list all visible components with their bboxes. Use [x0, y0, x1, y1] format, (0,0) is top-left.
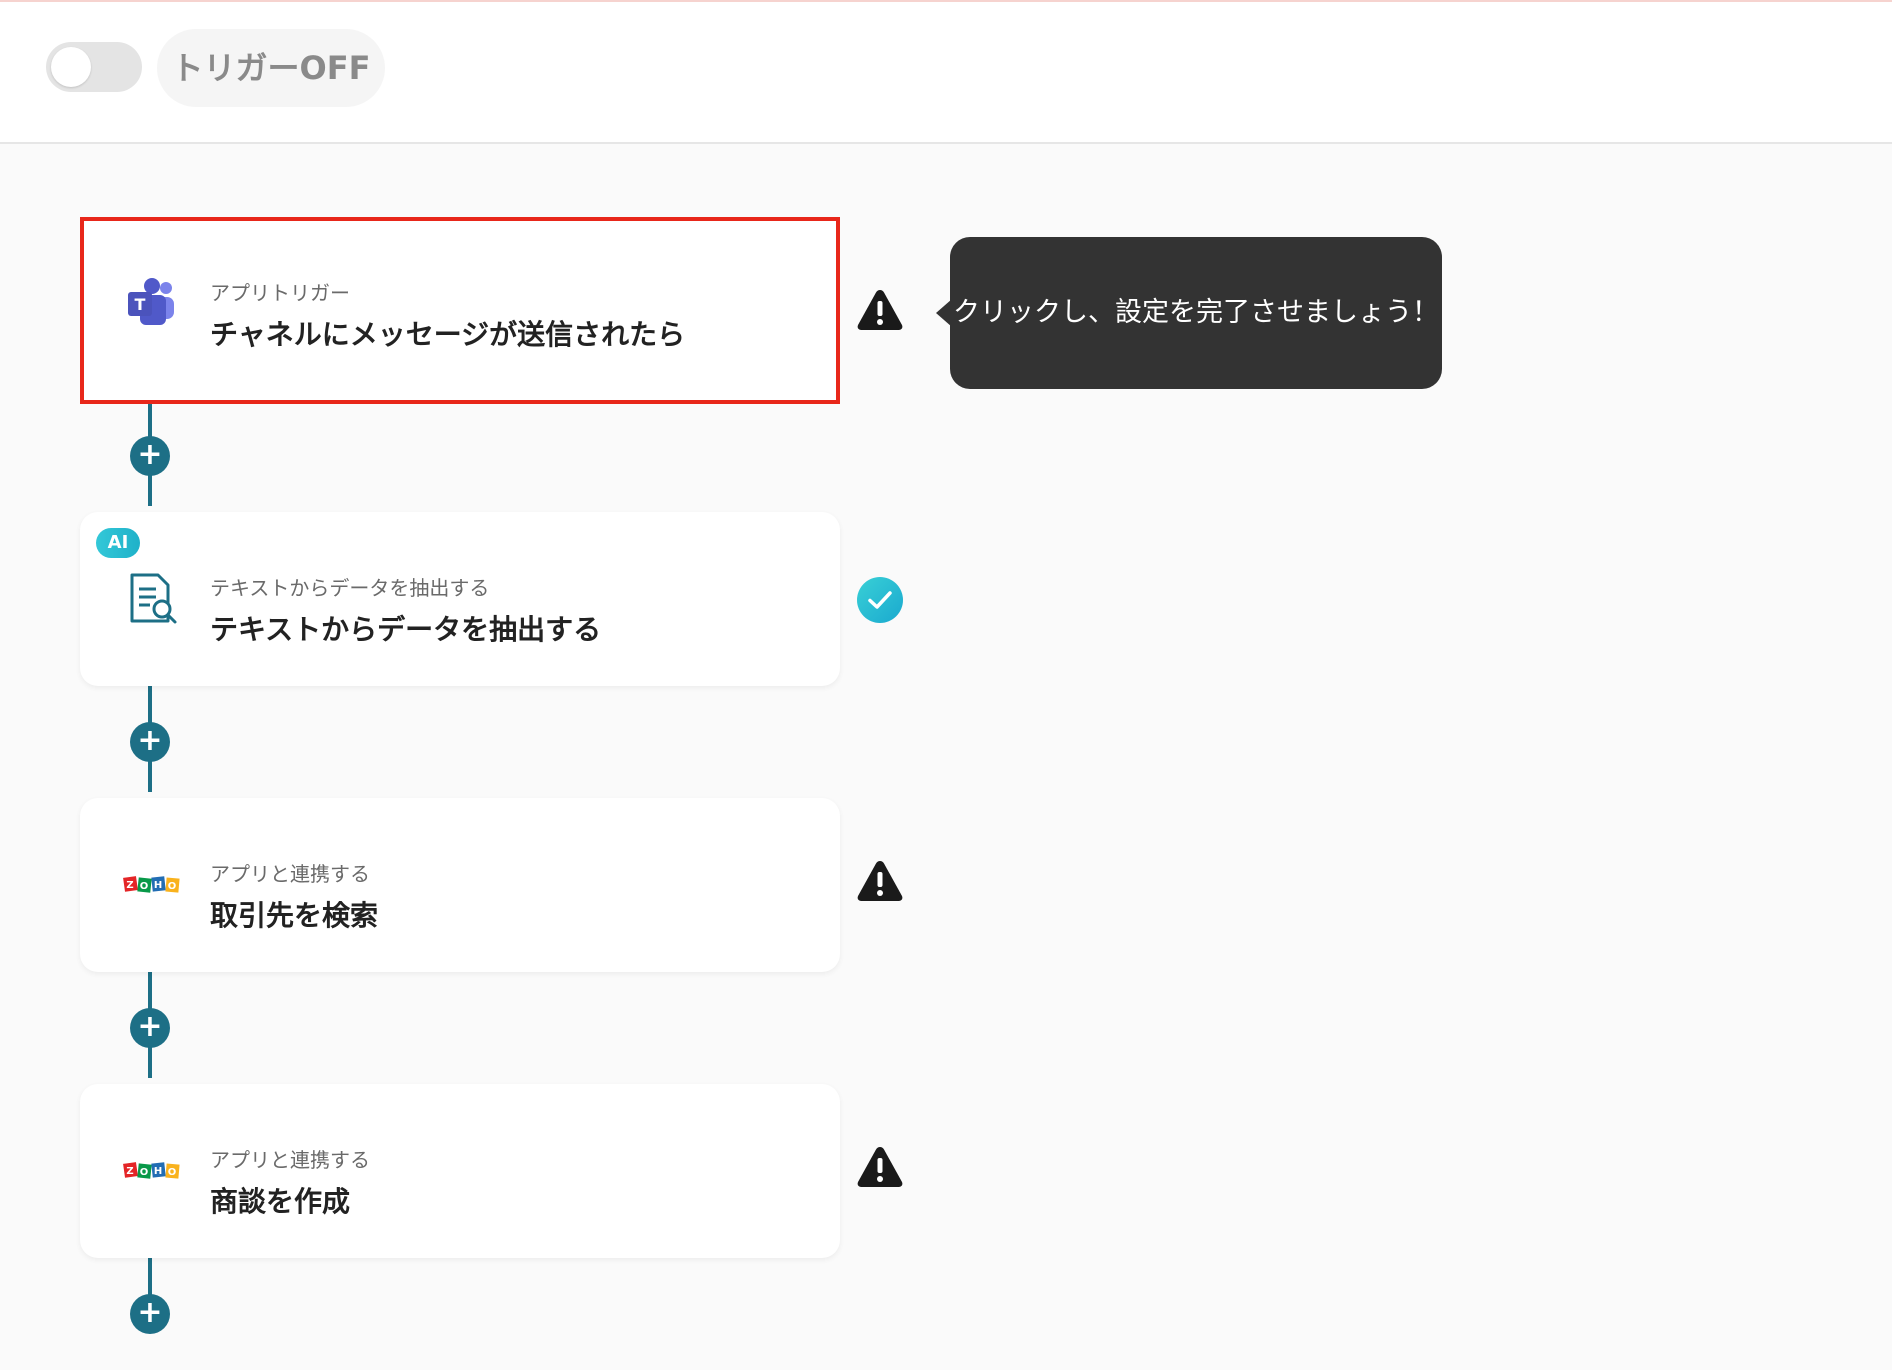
add-step-button[interactable]: +: [130, 722, 170, 762]
step-card-zoho-search[interactable]: Z O H O アプリと連携する 取引先を検索: [80, 798, 840, 972]
setup-tooltip: クリックし、設定を完了させましょう！: [950, 237, 1442, 389]
toggle-knob: [51, 47, 91, 87]
step-card-zoho-create-deal[interactable]: Z O H O アプリと連携する 商談を作成: [80, 1084, 840, 1258]
svg-text:O: O: [140, 1167, 149, 1178]
zoho-icon: Z O H O: [122, 855, 182, 915]
step-category-label: アプリトリガー: [210, 281, 350, 305]
zoho-icon: Z O H O: [122, 1141, 182, 1201]
svg-text:H: H: [154, 880, 162, 891]
svg-text:T: T: [135, 295, 146, 314]
warning-icon[interactable]: [856, 286, 904, 334]
step-category-label: アプリと連携する: [210, 1148, 370, 1172]
svg-text:Z: Z: [126, 1166, 133, 1177]
step-title: チャネルにメッセージが送信されたら: [210, 318, 686, 351]
step-title: 取引先を検索: [210, 899, 379, 932]
step-title: 商談を作成: [210, 1185, 351, 1218]
svg-text:O: O: [168, 881, 177, 892]
warning-icon[interactable]: [856, 857, 904, 905]
add-step-button[interactable]: +: [130, 1294, 170, 1334]
trigger-toggle[interactable]: [46, 42, 142, 92]
step-card-trigger[interactable]: T アプリトリガー チャネルにメッセージが送信されたら: [80, 217, 840, 404]
step-category-label: アプリと連携する: [210, 862, 370, 886]
svg-text:H: H: [154, 1166, 162, 1177]
svg-text:O: O: [168, 1167, 177, 1178]
svg-text:O: O: [140, 881, 149, 892]
step-title: テキストからデータを抽出する: [210, 613, 602, 646]
ai-badge: AI: [96, 528, 140, 558]
microsoft-teams-icon: T: [122, 274, 182, 334]
add-step-button[interactable]: +: [130, 436, 170, 476]
header-bar: トリガーOFF: [0, 0, 1892, 144]
trigger-status-label: トリガーOFF: [157, 29, 385, 107]
step-card-ai-extract[interactable]: AI テキストからデータを抽出する テキストからデータを抽出する: [80, 512, 840, 686]
svg-text:Z: Z: [126, 880, 133, 891]
add-step-button[interactable]: +: [130, 1008, 170, 1048]
document-search-icon: [122, 569, 182, 629]
warning-icon[interactable]: [856, 1143, 904, 1191]
step-category-label: テキストからデータを抽出する: [210, 576, 490, 600]
check-circle-icon: [856, 576, 904, 624]
